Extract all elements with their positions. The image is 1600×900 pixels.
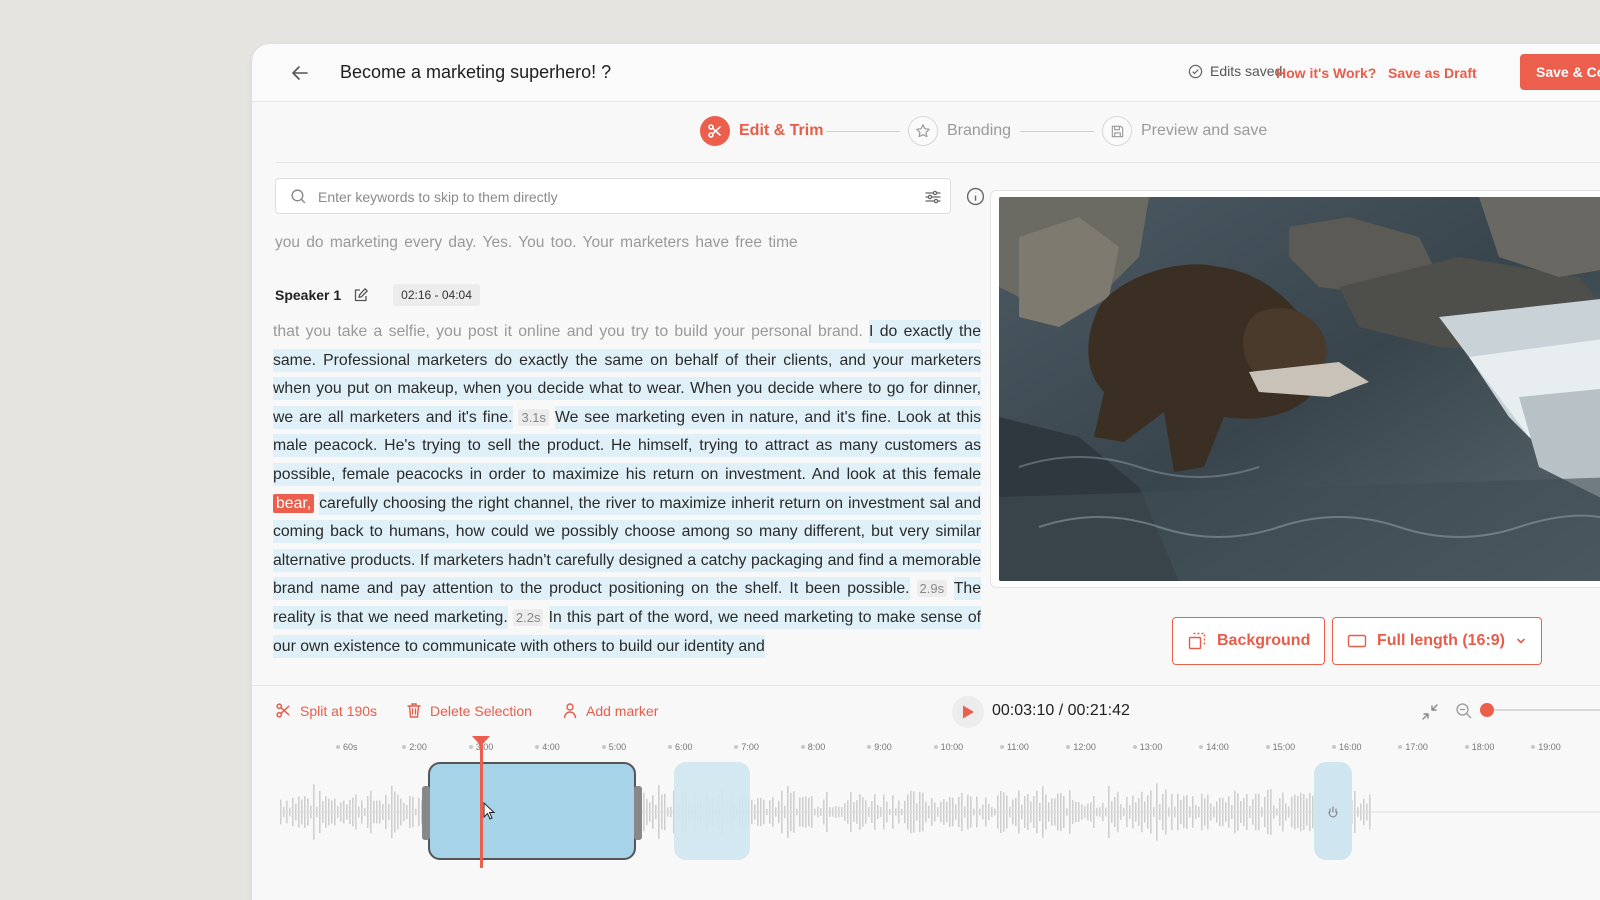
save-continue-button[interactable]: Save & Co — [1520, 54, 1600, 90]
timeline-tick: 17:00 — [1398, 742, 1428, 752]
selection-handle-right[interactable] — [634, 786, 642, 840]
timeline-selection[interactable] — [422, 762, 642, 860]
timeline-clip[interactable] — [1314, 762, 1352, 860]
speaker-time-range: 02:16 - 04:04 — [393, 284, 480, 306]
transcript-body[interactable]: that you take a selfie, you post it onli… — [273, 318, 981, 688]
save-draft-link[interactable]: Save as Draft — [1388, 65, 1477, 81]
timeline-clip[interactable] — [674, 762, 750, 860]
zoom-out-icon[interactable] — [1455, 702, 1473, 720]
scissors-icon — [276, 703, 290, 718]
timeline-tick: 14:00 — [1199, 742, 1229, 752]
background-button-label: Background — [1217, 632, 1311, 649]
delete-label: Delete Selection — [430, 702, 532, 719]
aspect-ratio-dropdown[interactable]: Full length (16:9) — [1332, 617, 1542, 665]
delete-selection-button[interactable]: Delete Selection — [406, 702, 532, 719]
page-title: Become a marketing superhero! ? — [340, 62, 612, 82]
info-icon[interactable] — [966, 187, 985, 206]
step-branding[interactable]: Branding — [908, 116, 1011, 146]
star-icon — [908, 116, 938, 146]
split-label: Split at 190s — [300, 702, 378, 719]
speaker-name: Speaker 1 — [275, 287, 342, 303]
chevron-down-icon — [1517, 638, 1525, 644]
timeline-tick: 5:00 — [601, 742, 626, 752]
play-icon — [963, 705, 974, 719]
timeline-tick: 13:00 — [1132, 742, 1162, 752]
timecode: 00:03:10 / 00:21:42 — [992, 702, 1130, 719]
add-marker-label: Add marker — [586, 702, 659, 719]
timeline-tick: 7:00 — [734, 742, 759, 752]
previous-transcript-line: you do marketing every day. Yes. You too… — [275, 234, 798, 251]
background-layers-icon — [1188, 632, 1206, 650]
aspect-ratio-label: Full length (16:9) — [1377, 632, 1505, 649]
editor-panel: Become a marketing superhero! ? Edits sa… — [252, 44, 1600, 900]
mouse-cursor-icon — [483, 802, 495, 820]
zoom-slider-handle[interactable] — [1480, 703, 1494, 717]
how-it-works-link[interactable]: How it's Work? — [1276, 65, 1376, 81]
top-bar: Become a marketing superhero! ? Edits sa… — [252, 44, 1600, 102]
divider — [276, 162, 1600, 163]
pause-marker[interactable]: 3.1s — [518, 408, 550, 426]
timeline-tick: 60s — [336, 742, 358, 752]
grab-handle-icon — [1328, 806, 1338, 818]
keyword-search — [275, 178, 951, 214]
speaker-header: Speaker 1 02:16 - 04:04 — [275, 284, 480, 306]
step-preview-save[interactable]: Preview and save — [1102, 116, 1267, 146]
timeline-tick: 16:00 — [1332, 742, 1362, 752]
timeline-tick: 11:00 — [1000, 742, 1029, 752]
timeline-tick: 18:00 — [1464, 742, 1494, 752]
step-label: Edit & Trim — [739, 122, 824, 139]
step-edit-trim[interactable]: Edit & Trim — [700, 116, 823, 146]
trash-icon — [407, 703, 421, 718]
pause-marker[interactable]: 2.9s — [916, 580, 948, 598]
filter-sliders-icon[interactable] — [924, 188, 942, 206]
selection-handle-left[interactable] — [422, 786, 430, 840]
check-circle-icon — [1188, 64, 1203, 78]
search-hit-word[interactable]: bear, — [273, 493, 315, 513]
save-icon — [1102, 116, 1132, 146]
timeline-tick: 9:00 — [867, 742, 892, 752]
split-button[interactable]: Split at 190s — [275, 702, 377, 719]
timeline-tick: 15:00 — [1265, 742, 1295, 752]
marker-person-icon — [563, 703, 577, 719]
timeline-tick: 4:00 — [535, 742, 560, 752]
transcript-segment-selected: carefully choosing the right channel, th… — [273, 491, 981, 601]
background-button[interactable]: Background — [1172, 617, 1326, 665]
divider — [252, 685, 1600, 686]
step-connector — [826, 131, 900, 132]
add-marker-button[interactable]: Add marker — [562, 702, 658, 719]
video-preview[interactable] — [999, 197, 1600, 581]
timeline-tick: 12:00 — [1066, 742, 1096, 752]
stepper: Edit & Trim Branding Preview and save — [252, 102, 1600, 162]
timeline-tick: 2:00 — [402, 742, 427, 752]
search-input[interactable] — [318, 186, 898, 208]
transcript-segment: that you take a selfie, you post it onli… — [273, 323, 863, 340]
timeline-tick: 8:00 — [800, 742, 825, 752]
timeline-tick: 19:00 — [1531, 742, 1561, 752]
step-label: Preview and save — [1141, 122, 1268, 139]
collapse-icon[interactable] — [1420, 702, 1440, 722]
search-icon — [291, 189, 306, 204]
save-status-label: Edits saved — [1210, 63, 1283, 79]
timeline-tick: 6:00 — [668, 742, 693, 752]
zoom-slider-track[interactable] — [1487, 709, 1600, 711]
aspect-ratio-icon — [1347, 634, 1367, 648]
step-label: Branding — [947, 122, 1012, 139]
arrow-left-icon[interactable] — [288, 61, 312, 85]
timeline-ruler: 60s 2:00 3:00 4:00 5:00 6:00 7:00 8:00 9:00 10:00… — [252, 742, 1600, 756]
scissors-icon — [700, 116, 730, 146]
video-preview-frame — [990, 190, 1600, 588]
edit-icon[interactable] — [353, 287, 369, 303]
step-connector — [1020, 131, 1094, 132]
timeline-tick: 10:00 — [933, 742, 963, 752]
save-status: Edits saved — [1188, 63, 1282, 79]
play-button[interactable] — [952, 696, 984, 728]
pause-marker[interactable]: 2.2s — [512, 608, 544, 626]
